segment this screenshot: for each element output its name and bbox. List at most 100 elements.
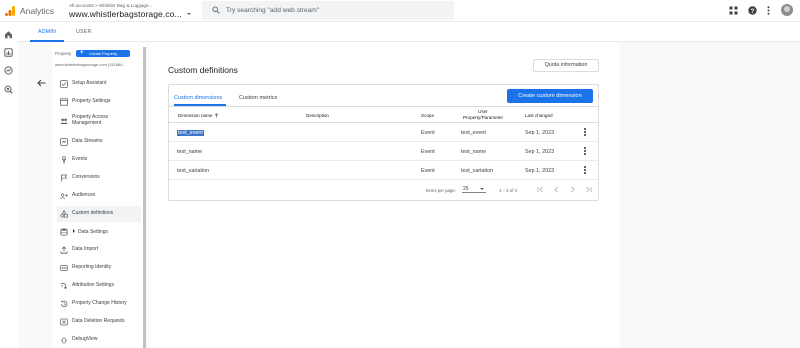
items-per-page-select[interactable]: 25 bbox=[462, 185, 486, 193]
nav-item-reporting-identity[interactable]: Reporting Identity bbox=[57, 260, 141, 276]
more-vert-icon[interactable] bbox=[584, 128, 586, 137]
chevron-down-icon[interactable] bbox=[187, 13, 191, 15]
search-icon bbox=[212, 6, 220, 14]
flag-icon bbox=[60, 174, 68, 182]
nav-item-conversions[interactable]: Conversions bbox=[57, 170, 141, 186]
create-custom-dimension-button[interactable]: Create custom dimension bbox=[507, 89, 593, 103]
tab-user[interactable]: USER bbox=[76, 29, 92, 35]
nav-item-label: Custom definitions bbox=[72, 210, 114, 216]
bug-icon bbox=[60, 336, 68, 344]
dimension-name-cell[interactable]: test_name bbox=[177, 149, 202, 155]
items-per-page-value: 25 bbox=[463, 186, 469, 192]
nav-item-label: Attribution Settings bbox=[72, 282, 114, 288]
tab-custom-dimensions[interactable]: Custom dimensions bbox=[174, 95, 222, 101]
nav-item-property-change-history[interactable]: Property Change History bbox=[57, 296, 141, 312]
tab-admin[interactable]: ADMIN bbox=[38, 29, 56, 35]
parameter-cell: test_variation bbox=[461, 168, 494, 174]
nav-item-label: DebugView bbox=[72, 336, 98, 342]
nav-item-attribution-settings[interactable]: Attribution Settings bbox=[57, 278, 141, 294]
nav-item-audiences[interactable]: Audiences bbox=[57, 188, 141, 204]
property-label: Property bbox=[55, 51, 72, 56]
delete-data-icon bbox=[60, 318, 68, 326]
previous-page-icon[interactable] bbox=[553, 186, 560, 193]
expand-arrow-icon bbox=[73, 229, 75, 233]
scope-cell: Event bbox=[421, 149, 435, 155]
table-row[interactable]: test_name Event test_name Sep 1, 2023 bbox=[169, 142, 598, 161]
first-page-icon[interactable] bbox=[537, 186, 544, 193]
arrow-up-icon[interactable] bbox=[214, 113, 219, 118]
nav-item-label: Setup Assistant bbox=[72, 80, 107, 86]
reports-icon[interactable] bbox=[4, 48, 13, 57]
last-page-icon[interactable] bbox=[585, 186, 592, 193]
people-icon bbox=[60, 117, 68, 125]
shapes-icon bbox=[60, 210, 68, 218]
more-vert-icon[interactable] bbox=[767, 5, 770, 15]
home-icon[interactable] bbox=[4, 30, 13, 39]
nav-item-label: Property Settings bbox=[72, 98, 111, 104]
touch-icon bbox=[60, 156, 68, 164]
scope-cell: Event bbox=[421, 130, 435, 136]
table-row[interactable]: test_event Event test_event Sep 1, 2023 bbox=[169, 123, 598, 142]
database-icon bbox=[60, 228, 68, 236]
last-changed-cell: Sep 1, 2023 bbox=[525, 149, 555, 155]
explore-icon[interactable] bbox=[4, 66, 13, 75]
nav-item-text: Data Settings bbox=[78, 229, 109, 235]
help-icon[interactable]: ? bbox=[748, 5, 757, 15]
apps-grid-icon[interactable] bbox=[729, 6, 738, 15]
advertising-icon[interactable] bbox=[4, 85, 13, 94]
settings-window-icon bbox=[60, 98, 68, 106]
nav-item-property-settings[interactable]: Property Settings bbox=[57, 94, 141, 110]
dimension-name-cell[interactable]: test_event bbox=[177, 129, 204, 136]
nav-item-data-settings[interactable]: Data Settings bbox=[57, 224, 141, 240]
search-input[interactable]: Try searching "add web stream" bbox=[202, 1, 454, 20]
account-breadcrumb[interactable]: All accounts > Whistler Bag & Luggage... bbox=[69, 3, 152, 8]
nav-item-label: Property Change History bbox=[72, 300, 127, 306]
more-vert-icon[interactable] bbox=[584, 166, 586, 175]
column-header-last-changed[interactable]: Last changed bbox=[525, 113, 553, 119]
checklist-icon bbox=[60, 80, 68, 88]
nav-item-label: Data Streams bbox=[72, 138, 103, 144]
nav-item-events[interactable]: Events bbox=[57, 152, 141, 168]
nav-item-property-access-management[interactable]: Property Access Management bbox=[57, 113, 141, 129]
nav-item-data-streams[interactable]: Data Streams bbox=[57, 134, 141, 150]
nav-item-setup-assistant[interactable]: Setup Assistant bbox=[57, 76, 141, 92]
dimension-name-cell[interactable]: test_variation bbox=[177, 168, 209, 174]
column-header-dimension-name[interactable]: Dimension name bbox=[178, 113, 219, 119]
analytics-logo-icon[interactable] bbox=[4, 5, 16, 17]
parameter-cell: test_event bbox=[461, 130, 486, 136]
back-button[interactable] bbox=[36, 78, 47, 88]
scope-cell: Event bbox=[421, 168, 435, 174]
last-changed-cell: Sep 1, 2023 bbox=[525, 168, 555, 174]
nav-item-label: Data Settings bbox=[73, 229, 108, 236]
tab-custom-metrics[interactable]: Custom metrics bbox=[239, 95, 277, 101]
history-icon bbox=[60, 300, 68, 308]
nav-item-label: Conversions bbox=[72, 174, 100, 180]
nav-item-data-deletion-requests[interactable]: Data Deletion Requests bbox=[57, 314, 141, 330]
nav-item-label: Audiences bbox=[72, 192, 96, 198]
nav-item-label: Events bbox=[72, 156, 88, 162]
page-title: Custom definitions bbox=[168, 65, 238, 75]
chevron-down-icon bbox=[480, 188, 484, 190]
nav-item-data-import[interactable]: Data Import bbox=[57, 242, 141, 258]
account-picker[interactable]: www.whistlerbagstorage.co... bbox=[69, 9, 182, 19]
create-property-button[interactable]: + Create Property bbox=[76, 50, 130, 57]
nav-scrollbar[interactable] bbox=[143, 47, 146, 348]
column-header-description[interactable]: Description bbox=[306, 113, 329, 119]
next-page-icon[interactable] bbox=[569, 186, 576, 193]
avatar[interactable] bbox=[781, 4, 793, 16]
top-app-bar: Analytics All accounts > Whistler Bag & … bbox=[0, 0, 800, 22]
nav-item-debugview[interactable]: DebugView bbox=[57, 332, 141, 348]
app-name: Analytics bbox=[20, 6, 55, 16]
more-vert-icon[interactable] bbox=[584, 147, 586, 156]
property-selector[interactable]: www.whistlerbagstorage.com (311884... bbox=[55, 62, 140, 67]
last-changed-cell: Sep 1, 2023 bbox=[525, 130, 555, 136]
column-header-scope[interactable]: Scope bbox=[421, 113, 434, 119]
pagination-range: 1 – 3 of 3 bbox=[499, 188, 517, 193]
nav-item-custom-definitions[interactable]: Custom definitions bbox=[57, 206, 141, 222]
column-header-user-property[interactable]: User Property/Parameter bbox=[461, 109, 505, 120]
table-row[interactable]: test_variation Event test_variation Sep … bbox=[169, 161, 598, 180]
items-per-page-label: Items per page: bbox=[426, 188, 456, 193]
divider bbox=[169, 106, 598, 107]
quota-information-button[interactable]: Quota information bbox=[533, 59, 599, 72]
attribution-icon bbox=[60, 282, 68, 290]
